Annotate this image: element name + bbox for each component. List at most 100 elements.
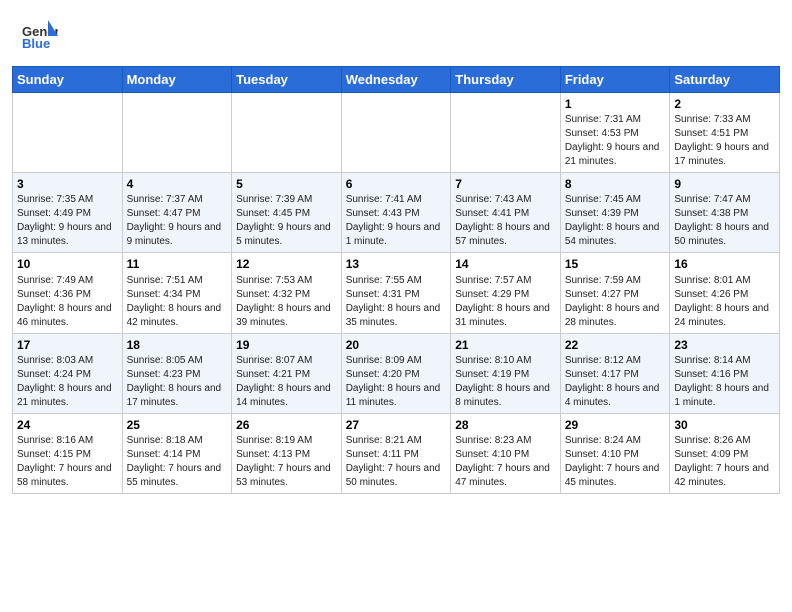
calendar-cell [341,93,451,173]
day-info: Sunrise: 7:35 AM Sunset: 4:49 PM Dayligh… [17,193,118,249]
day-info: Sunrise: 8:23 AM Sunset: 4:10 PM Dayligh… [455,434,556,490]
day-info: Sunrise: 8:16 AM Sunset: 4:15 PM Dayligh… [17,434,118,490]
day-info: Sunrise: 7:47 AM Sunset: 4:38 PM Dayligh… [674,193,775,249]
day-number: 5 [236,176,337,192]
week-row-2: 3Sunrise: 7:35 AM Sunset: 4:49 PM Daylig… [13,173,780,253]
calendar-cell: 10 Sunrise: 7:49 AM Sunset: 4:36 PM Dayli… [13,253,123,333]
calendar-cell [232,93,342,173]
day-info: Sunrise: 8:09 AM Sunset: 4:20 PM Dayligh… [346,354,447,410]
day-number: 10 [17,256,118,272]
calendar-cell: 7Sunrise: 7:43 AM Sunset: 4:41 PM Daylig… [451,173,561,253]
weekday-header-monday: Monday [122,67,232,93]
day-info: Sunrise: 7:51 AM Sunset: 4:34 PM Dayligh… [127,274,228,330]
day-info: Sunrise: 8:12 AM Sunset: 4:17 PM Dayligh… [565,354,666,410]
calendar-cell: 11 Sunrise: 7:51 AM Sunset: 4:34 PM Dayli… [122,253,232,333]
page-header: General Blue [0,0,792,58]
day-number: 8 [565,176,666,192]
calendar-cell: 30Sunrise: 8:26 AM Sunset: 4:09 PM Dayli… [670,413,780,493]
day-number: 20 [346,337,447,353]
calendar-cell [451,93,561,173]
week-row-5: 24Sunrise: 8:16 AM Sunset: 4:15 PM Dayli… [13,413,780,493]
calendar-cell: 20Sunrise: 8:09 AM Sunset: 4:20 PM Dayli… [341,333,451,413]
calendar-cell: 16 Sunrise: 8:01 AM Sunset: 4:26 PM Dayli… [670,253,780,333]
day-info: Sunrise: 7:49 AM Sunset: 4:36 PM Dayligh… [17,274,118,330]
day-info: Sunrise: 7:39 AM Sunset: 4:45 PM Dayligh… [236,193,337,249]
week-row-3: 10 Sunrise: 7:49 AM Sunset: 4:36 PM Dayli… [13,253,780,333]
day-number: 29 [565,417,666,433]
day-info: Sunrise: 8:03 AM Sunset: 4:24 PM Dayligh… [17,354,118,410]
weekday-header-sunday: Sunday [13,67,123,93]
day-number: 3 [17,176,118,192]
day-info: Sunrise: 8:05 AM Sunset: 4:23 PM Dayligh… [127,354,228,410]
calendar-cell: 25Sunrise: 8:18 AM Sunset: 4:14 PM Dayli… [122,413,232,493]
day-info: Sunrise: 7:43 AM Sunset: 4:41 PM Dayligh… [455,193,556,249]
day-info: Sunrise: 7:37 AM Sunset: 4:47 PM Dayligh… [127,193,228,249]
calendar-cell: 23Sunrise: 8:14 AM Sunset: 4:16 PM Dayli… [670,333,780,413]
calendar-cell [122,93,232,173]
weekday-header-friday: Friday [560,67,670,93]
calendar-table: SundayMondayTuesdayWednesdayThursdayFrid… [12,66,780,494]
day-number: 11 [127,256,228,272]
day-number: 14 [455,256,556,272]
day-info: Sunrise: 7:53 AM Sunset: 4:32 PM Dayligh… [236,274,337,330]
calendar-cell: 27Sunrise: 8:21 AM Sunset: 4:11 PM Dayli… [341,413,451,493]
day-info: Sunrise: 7:31 AM Sunset: 4:53 PM Dayligh… [565,113,666,169]
calendar-cell: 17Sunrise: 8:03 AM Sunset: 4:24 PM Dayli… [13,333,123,413]
day-info: Sunrise: 8:21 AM Sunset: 4:11 PM Dayligh… [346,434,447,490]
calendar-cell: 8Sunrise: 7:45 AM Sunset: 4:39 PM Daylig… [560,173,670,253]
day-info: Sunrise: 7:59 AM Sunset: 4:27 PM Dayligh… [565,274,666,330]
day-number: 2 [674,96,775,112]
week-row-4: 17Sunrise: 8:03 AM Sunset: 4:24 PM Dayli… [13,333,780,413]
day-number: 7 [455,176,556,192]
day-info: Sunrise: 7:33 AM Sunset: 4:51 PM Dayligh… [674,113,775,169]
calendar-cell: 24Sunrise: 8:16 AM Sunset: 4:15 PM Dayli… [13,413,123,493]
calendar-cell: 5Sunrise: 7:39 AM Sunset: 4:45 PM Daylig… [232,173,342,253]
weekday-header-thursday: Thursday [451,67,561,93]
day-number: 21 [455,337,556,353]
calendar-cell: 28Sunrise: 8:23 AM Sunset: 4:10 PM Dayli… [451,413,561,493]
calendar-cell: 15 Sunrise: 7:59 AM Sunset: 4:27 PM Dayli… [560,253,670,333]
calendar-cell: 29Sunrise: 8:24 AM Sunset: 4:10 PM Dayli… [560,413,670,493]
calendar-cell: 26Sunrise: 8:19 AM Sunset: 4:13 PM Dayli… [232,413,342,493]
calendar-cell: 13 Sunrise: 7:55 AM Sunset: 4:31 PM Dayli… [341,253,451,333]
calendar-cell: 22Sunrise: 8:12 AM Sunset: 4:17 PM Dayli… [560,333,670,413]
day-number: 4 [127,176,228,192]
logo: General Blue [20,16,58,54]
calendar-cell: 21Sunrise: 8:10 AM Sunset: 4:19 PM Dayli… [451,333,561,413]
day-number: 6 [346,176,447,192]
day-number: 12 [236,256,337,272]
day-number: 22 [565,337,666,353]
day-number: 15 [565,256,666,272]
day-number: 27 [346,417,447,433]
day-info: Sunrise: 8:07 AM Sunset: 4:21 PM Dayligh… [236,354,337,410]
day-info: Sunrise: 7:57 AM Sunset: 4:29 PM Dayligh… [455,274,556,330]
day-number: 17 [17,337,118,353]
calendar-cell: 14 Sunrise: 7:57 AM Sunset: 4:29 PM Dayli… [451,253,561,333]
logo-icon: General Blue [20,16,58,54]
calendar-cell: 2Sunrise: 7:33 AM Sunset: 4:51 PM Daylig… [670,93,780,173]
calendar-cell: 1Sunrise: 7:31 AM Sunset: 4:53 PM Daylig… [560,93,670,173]
weekday-header-saturday: Saturday [670,67,780,93]
day-number: 1 [565,96,666,112]
week-row-1: 1Sunrise: 7:31 AM Sunset: 4:53 PM Daylig… [13,93,780,173]
day-info: Sunrise: 8:10 AM Sunset: 4:19 PM Dayligh… [455,354,556,410]
day-number: 18 [127,337,228,353]
day-info: Sunrise: 7:55 AM Sunset: 4:31 PM Dayligh… [346,274,447,330]
calendar-cell: 4Sunrise: 7:37 AM Sunset: 4:47 PM Daylig… [122,173,232,253]
day-number: 23 [674,337,775,353]
day-info: Sunrise: 8:14 AM Sunset: 4:16 PM Dayligh… [674,354,775,410]
day-info: Sunrise: 8:01 AM Sunset: 4:26 PM Dayligh… [674,274,775,330]
calendar-cell: 6Sunrise: 7:41 AM Sunset: 4:43 PM Daylig… [341,173,451,253]
weekday-header-tuesday: Tuesday [232,67,342,93]
calendar-cell: 9Sunrise: 7:47 AM Sunset: 4:38 PM Daylig… [670,173,780,253]
day-number: 13 [346,256,447,272]
day-info: Sunrise: 8:26 AM Sunset: 4:09 PM Dayligh… [674,434,775,490]
weekday-header-row: SundayMondayTuesdayWednesdayThursdayFrid… [13,67,780,93]
weekday-header-wednesday: Wednesday [341,67,451,93]
day-number: 30 [674,417,775,433]
calendar-cell [13,93,123,173]
calendar-cell: 12 Sunrise: 7:53 AM Sunset: 4:32 PM Dayli… [232,253,342,333]
day-number: 16 [674,256,775,272]
day-number: 19 [236,337,337,353]
day-info: Sunrise: 8:19 AM Sunset: 4:13 PM Dayligh… [236,434,337,490]
